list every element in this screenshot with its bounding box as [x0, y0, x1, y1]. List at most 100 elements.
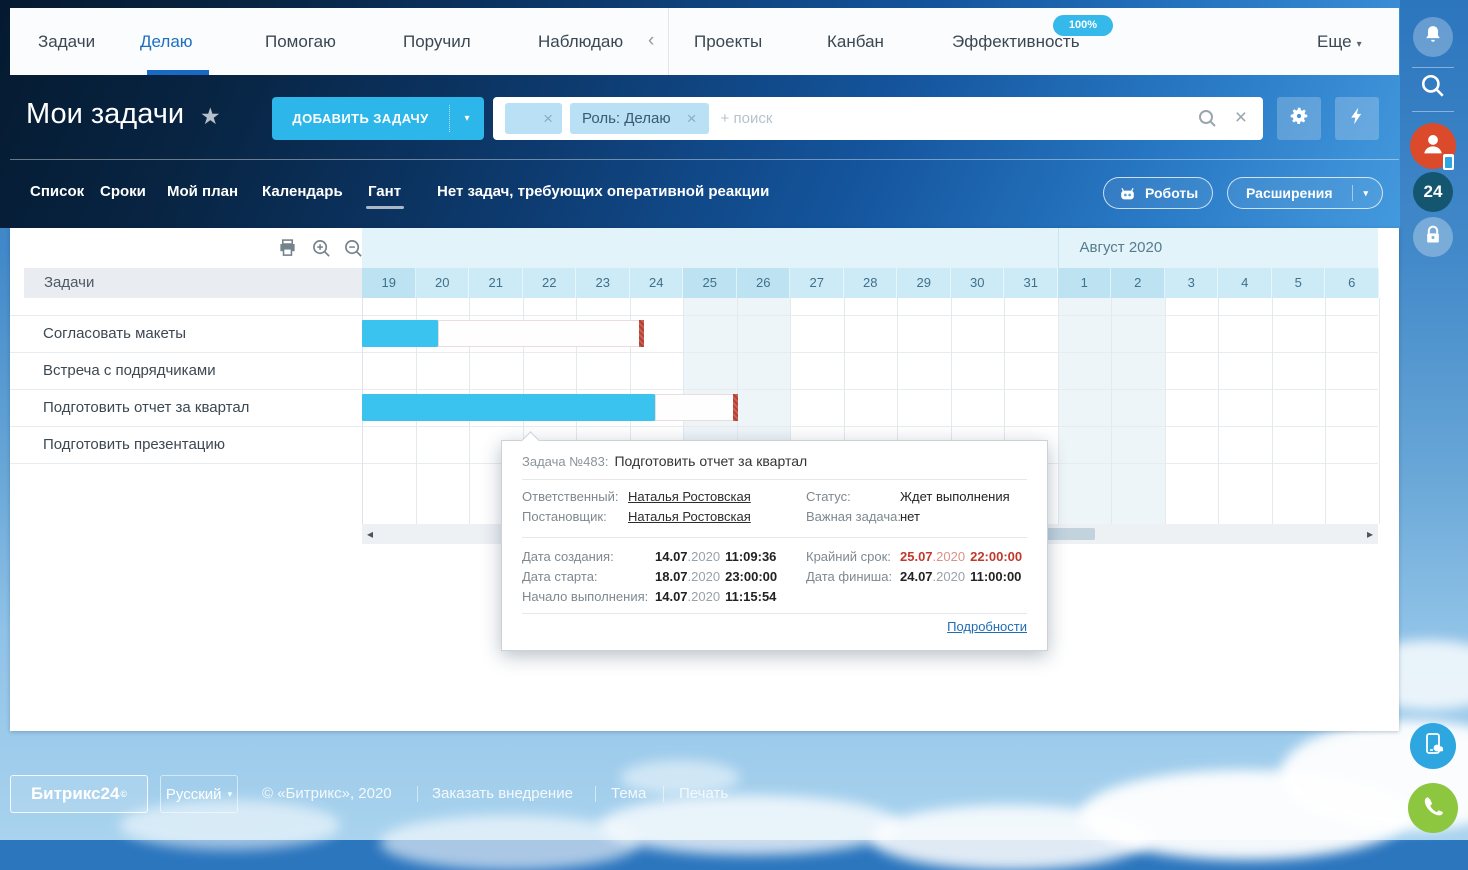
sidebar-search-button[interactable] — [1419, 74, 1447, 102]
add-task-caret-icon[interactable]: ▾ — [449, 105, 484, 132]
lock-button[interactable] — [1413, 217, 1453, 257]
language-label: Русский — [166, 786, 222, 803]
task-row[interactable]: Согласовать макеты — [10, 316, 1378, 353]
footer-divider — [595, 786, 596, 802]
day-cell: 22 — [523, 268, 577, 298]
view-tab-list[interactable]: Список — [30, 176, 84, 208]
footer-divider — [663, 786, 664, 802]
tab-kanban[interactable]: Канбан — [827, 8, 884, 75]
add-task-button[interactable]: ДОБАВИТЬ ЗАДАЧУ ▾ — [272, 97, 484, 140]
task-name[interactable]: Встреча с подрядчиками — [10, 353, 216, 389]
responsible-label: Ответственный: — [522, 489, 618, 504]
robots-label: Роботы — [1145, 185, 1198, 201]
lock-icon — [1423, 224, 1443, 251]
caret-down-icon: ▾ — [228, 789, 233, 800]
details-link[interactable]: Подробности — [947, 619, 1027, 634]
active-tab-underline — [147, 70, 209, 75]
task-row[interactable]: Встреча с подрядчиками — [10, 353, 1378, 390]
filter-counter-chip[interactable]: × — [505, 103, 562, 134]
filter-role-label: Роль: Делаю — [582, 110, 671, 127]
task-name[interactable]: Согласовать макеты — [10, 316, 186, 352]
header-divider — [10, 159, 1399, 160]
grid-line — [1325, 298, 1326, 524]
badge-24-label: 24 — [1424, 182, 1443, 202]
robots-button[interactable]: Роботы — [1103, 177, 1213, 209]
creator-link[interactable]: Наталья Ростовская — [628, 509, 751, 524]
tab-helping[interactable]: Помогаю — [265, 8, 336, 75]
search-icon[interactable] — [1198, 109, 1217, 133]
caret-down-icon[interactable]: ▾ — [1363, 188, 1368, 199]
view-tab-gantt[interactable]: Гант — [368, 176, 401, 208]
chip-close-icon[interactable]: × — [543, 109, 553, 129]
chip-close-icon[interactable]: × — [687, 109, 697, 129]
tab-doing[interactable]: Делаю — [140, 8, 193, 75]
search-clear-icon[interactable]: × — [1235, 106, 1247, 130]
view-tab-deadlines[interactable]: Сроки — [100, 176, 146, 208]
sidebar-divider — [1412, 111, 1454, 112]
tab-delegated[interactable]: Поручил — [403, 8, 471, 75]
deadline-value: 25.07.202022:00:00 — [900, 549, 1022, 564]
task-name[interactable]: Подготовить отчет за квартал — [10, 390, 249, 426]
day-cell: 20 — [416, 268, 470, 298]
scroll-right-icon[interactable]: ▸ — [1367, 524, 1373, 544]
print-icon[interactable] — [278, 239, 297, 262]
search-placeholder: + поиск — [721, 110, 773, 127]
bitrix24-logo-button[interactable]: Битрикс24© — [10, 775, 148, 813]
search-icon — [1420, 73, 1446, 104]
task-title: Подготовить отчет за квартал — [614, 453, 807, 469]
avatar[interactable] — [1410, 123, 1456, 169]
day-cell: 27 — [790, 268, 844, 298]
notifications-button[interactable] — [1413, 17, 1453, 57]
bitrix24-logo: Битрикс24 — [31, 784, 119, 804]
day-cell: 31 — [1004, 268, 1058, 298]
tab-more[interactable]: Еще▾ — [1317, 8, 1362, 75]
view-tab-calendar[interactable]: Календарь — [262, 176, 343, 208]
start-date-label: Дата старта: — [522, 569, 598, 584]
task-name[interactable]: Подготовить презентацию — [10, 427, 225, 463]
zoom-out-icon[interactable] — [344, 239, 363, 263]
language-button[interactable]: Русский ▾ — [160, 775, 238, 813]
settings-button[interactable] — [1277, 97, 1321, 140]
zoom-in-icon[interactable] — [312, 239, 331, 263]
day-cell: 3 — [1165, 268, 1219, 298]
deadline-label: Крайний срок: — [806, 549, 891, 564]
bitrix24-badge[interactable]: 24 — [1413, 172, 1453, 212]
view-tab-myplan[interactable]: Мой план — [167, 176, 238, 208]
scroll-left-icon[interactable]: ◂ — [367, 524, 373, 544]
tooltip-divider — [522, 537, 1027, 538]
gantt-days-row: 19202122232425262728293031123456 — [362, 268, 1378, 298]
order-implementation-link[interactable]: Заказать внедрение — [432, 775, 573, 813]
telephony-button[interactable] — [1408, 783, 1458, 833]
pill-divider — [1352, 185, 1353, 201]
day-cell: 5 — [1272, 268, 1326, 298]
gantt-bar[interactable] — [362, 394, 655, 421]
search-input[interactable]: × Роль: Делаю × + поиск × — [493, 97, 1263, 140]
gantt-bar-track[interactable] — [438, 320, 641, 347]
automation-button[interactable] — [1335, 97, 1379, 140]
print-link[interactable]: Печать — [679, 775, 728, 813]
day-cell: 28 — [844, 268, 898, 298]
sidebar-divider — [1412, 67, 1454, 68]
day-cell: 19 — [362, 268, 416, 298]
theme-link[interactable]: Тема — [611, 775, 646, 813]
grid-line — [1218, 298, 1219, 524]
tab-projects[interactable]: Проекты — [694, 8, 762, 75]
status-notice: Нет задач, требующих оперативной реакции — [437, 176, 769, 208]
filter-role-chip[interactable]: Роль: Делаю × — [570, 103, 709, 134]
created-label: Дата создания: — [522, 549, 614, 564]
tab-tasks[interactable]: Задачи — [38, 8, 95, 75]
mobile-app-button[interactable] — [1410, 723, 1456, 769]
tab-watching[interactable]: Наблюдаю — [538, 8, 623, 75]
gear-icon — [1288, 105, 1310, 132]
collapse-chevron-icon[interactable]: ‹ — [648, 8, 654, 75]
finish-date-value: 24.07.202011:00:00 — [900, 569, 1021, 584]
gantt-bar-track[interactable] — [655, 394, 735, 421]
favorite-star-icon[interactable]: ★ — [200, 103, 221, 130]
lightning-icon — [1347, 106, 1367, 131]
status-label: Статус: — [806, 489, 851, 504]
extensions-button[interactable]: Расширения ▾ — [1227, 177, 1383, 209]
gantt-bar[interactable] — [362, 320, 438, 347]
day-cell: 30 — [951, 268, 1005, 298]
responsible-link[interactable]: Наталья Ростовская — [628, 489, 751, 504]
tab-more-label: Еще — [1317, 32, 1352, 51]
